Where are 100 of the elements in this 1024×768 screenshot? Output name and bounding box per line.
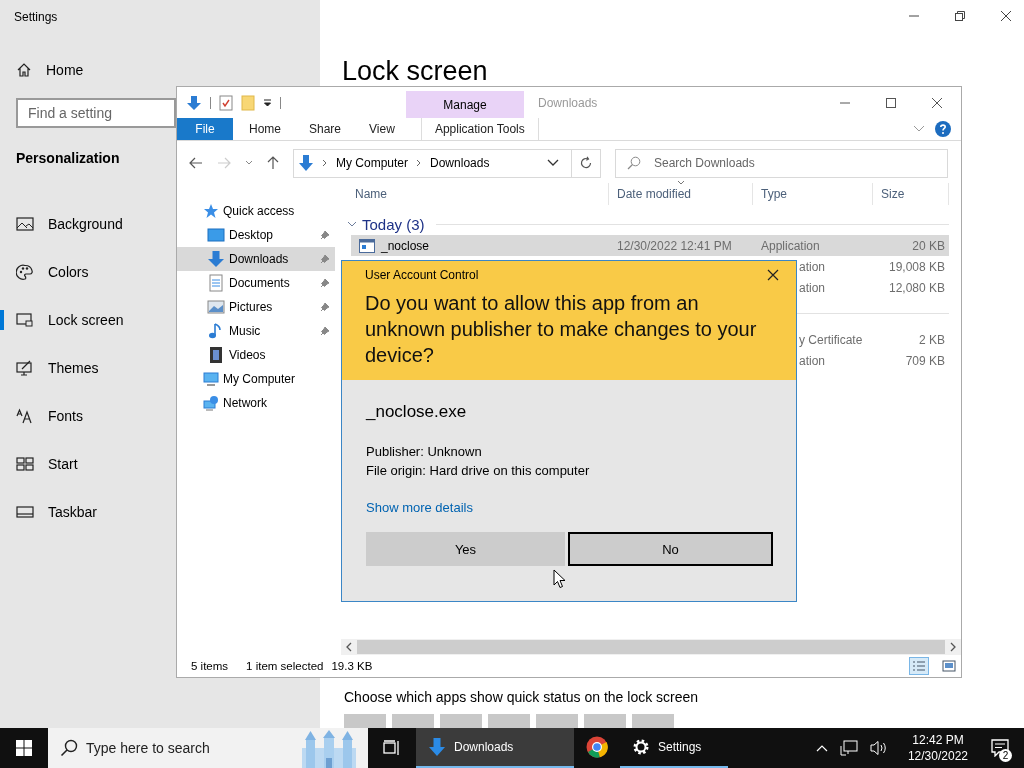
- notification-count: 2: [999, 749, 1012, 762]
- page-title: Lock screen: [342, 56, 489, 87]
- maximize-icon[interactable]: [885, 96, 897, 109]
- up-arrow-icon[interactable]: [267, 156, 279, 170]
- picture-icon: [207, 298, 225, 316]
- thumbnails-view-icon: [942, 660, 956, 672]
- close-icon[interactable]: [767, 269, 779, 281]
- message-icon: [991, 739, 1009, 757]
- nav-item[interactable]: Videos: [177, 343, 341, 367]
- mouse-pointer-icon: [553, 569, 566, 589]
- close-icon[interactable]: [931, 96, 943, 109]
- back-arrow-icon[interactable]: [189, 157, 203, 169]
- home-link[interactable]: Home: [16, 62, 84, 78]
- table-cell: 12/30/2022 12:41 PM: [617, 238, 732, 253]
- dialog-button[interactable]: No: [568, 532, 773, 566]
- clock-date[interactable]: 12/30/2022: [907, 748, 968, 764]
- column-header[interactable]: Date modified: [609, 183, 753, 205]
- details-view-icon: [912, 660, 926, 672]
- download-arrow-icon[interactable]: [186, 94, 202, 111]
- scroll-left-icon[interactable]: [345, 642, 353, 652]
- help-icon[interactable]: [935, 121, 951, 137]
- view-button[interactable]: [909, 657, 929, 675]
- details-link[interactable]: Show more details: [366, 500, 473, 515]
- nav-item[interactable]: Colors: [0, 248, 89, 296]
- file-row[interactable]: _noclose 12/30/2022 12:41 PM Application 20 KB: [351, 235, 949, 256]
- window-title: Downloads: [538, 95, 598, 110]
- nav-item[interactable]: Network: [177, 391, 341, 415]
- network-icon[interactable]: [839, 740, 858, 756]
- search-icon: [627, 155, 641, 170]
- desktop-icon: [207, 226, 225, 244]
- pin-icon[interactable]: [320, 230, 330, 240]
- pin-icon[interactable]: [320, 278, 330, 288]
- nav-item[interactable]: Taskbar: [0, 488, 98, 536]
- breadcrumb-chevron-icon[interactable]: [322, 159, 328, 167]
- nav-item[interactable]: Music: [177, 319, 341, 343]
- restore-icon[interactable]: [954, 10, 966, 22]
- pin-icon[interactable]: [320, 326, 330, 336]
- table-cell: _noclose: [381, 238, 430, 253]
- ribbon-tab[interactable]: View: [355, 118, 409, 140]
- selection-info: 1 item selected: [246, 660, 324, 672]
- pin-icon[interactable]: [320, 302, 330, 312]
- nav-item[interactable]: Themes: [0, 344, 99, 392]
- windows-logo-icon: [16, 740, 32, 756]
- home-icon: [16, 62, 32, 78]
- nav-item[interactable]: Fonts: [0, 392, 83, 440]
- nav-item[interactable]: Pictures: [177, 295, 341, 319]
- address-bar[interactable]: My Computer Downloads: [293, 148, 601, 178]
- chevron-up-icon[interactable]: [815, 744, 828, 752]
- view-button[interactable]: [939, 657, 959, 675]
- scroll-thumb[interactable]: [357, 640, 945, 654]
- table-cell: ation: [799, 353, 826, 368]
- refresh-icon: [579, 156, 593, 170]
- checklist-icon[interactable]: [219, 94, 233, 111]
- star-icon: [203, 203, 219, 219]
- search-field[interactable]: Find a setting: [16, 98, 176, 128]
- notification-button[interactable]: 2: [976, 728, 1024, 768]
- nav-item[interactable]: Downloads: [177, 247, 335, 271]
- font-icon: [16, 408, 34, 424]
- task-view-icon: [383, 740, 401, 756]
- picture-frame-icon: [16, 216, 34, 232]
- detail-text: Publisher: Unknown: [366, 443, 483, 461]
- dialog-button[interactable]: Yes: [366, 532, 565, 566]
- breadcrumb[interactable]: My Computer: [336, 156, 409, 170]
- nav-item[interactable]: Desktop: [177, 223, 341, 247]
- dialog-title: User Account Control: [365, 268, 479, 282]
- taskbar-app-button[interactable]: Settings: [620, 728, 728, 768]
- context-tab-label: Manage: [443, 97, 487, 112]
- ribbon-tab[interactable]: Home: [235, 118, 295, 140]
- nav-item[interactable]: Documents: [177, 271, 341, 295]
- search-icon: [60, 739, 78, 757]
- breadcrumb-chevron-icon[interactable]: [416, 159, 423, 167]
- dropdown-icon[interactable]: [263, 97, 272, 108]
- nav-item[interactable]: Lock screen: [0, 296, 124, 344]
- table-cell: y Certificate: [799, 332, 863, 347]
- quick-status-label: Choose which apps show quick status on the lock screen: [344, 689, 700, 705]
- ribbon-tab[interactable]: Share: [295, 118, 356, 140]
- section-heading: Personalization: [16, 150, 120, 166]
- chevron-down-icon[interactable]: [547, 159, 559, 167]
- item-count: 5 items: [191, 660, 229, 672]
- taskbar-app-button[interactable]: Downloads: [416, 728, 574, 768]
- pin-icon[interactable]: [320, 254, 330, 264]
- breadcrumb[interactable]: Downloads: [430, 156, 490, 170]
- column-header[interactable]: Type: [753, 183, 873, 205]
- clock-time[interactable]: 12:42 PM: [912, 732, 964, 748]
- file-tab[interactable]: File: [177, 118, 233, 140]
- horizontal-scrollbar[interactable]: [341, 639, 961, 655]
- nav-item[interactable]: My Computer: [177, 367, 341, 391]
- palette-icon: [16, 264, 34, 280]
- column-header[interactable]: Size: [873, 183, 949, 205]
- sort-caret-icon: [677, 180, 685, 185]
- group-header[interactable]: Today (3): [347, 213, 961, 235]
- brush-monitor-icon: [16, 360, 34, 376]
- column-header[interactable]: Name: [347, 183, 609, 205]
- nav-item[interactable]: Quick access: [177, 199, 341, 223]
- speaker-icon[interactable]: [869, 740, 888, 756]
- scroll-right-icon[interactable]: [949, 642, 957, 652]
- download-arrow-icon: [298, 154, 314, 172]
- close-icon[interactable]: [1000, 10, 1012, 22]
- nav-item[interactable]: Background: [0, 200, 123, 248]
- nav-item[interactable]: Start: [0, 440, 78, 488]
